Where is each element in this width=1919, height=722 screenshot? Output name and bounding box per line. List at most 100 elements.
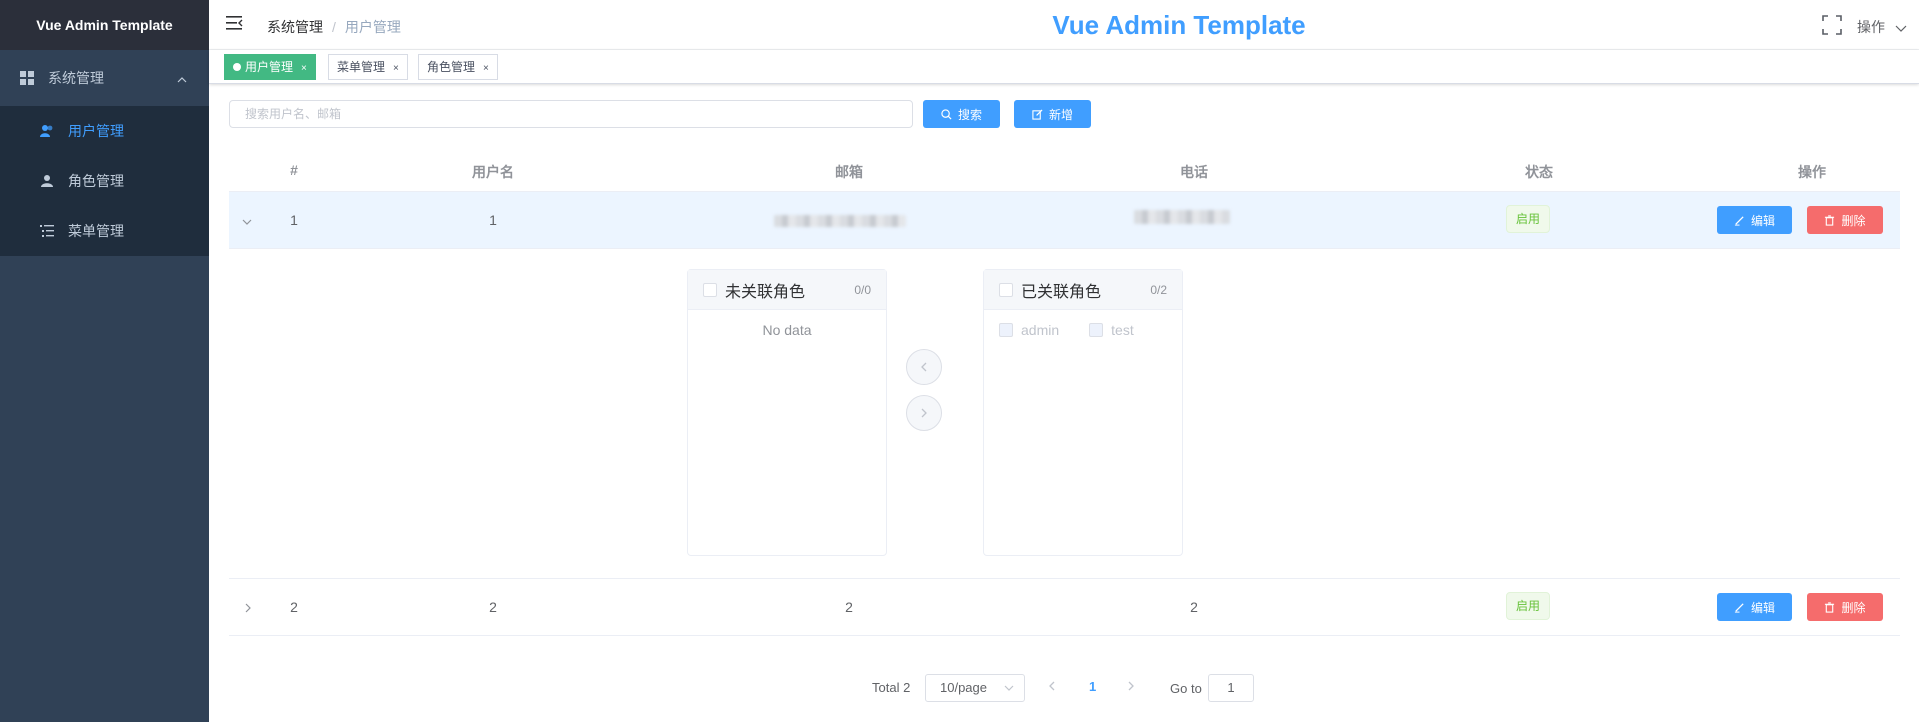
transfer-item[interactable]: test: [1089, 322, 1134, 338]
checkbox[interactable]: [999, 323, 1013, 337]
edit-button[interactable]: 编辑: [1717, 206, 1792, 234]
page-title-wrap: Vue Admin Template: [209, 10, 1919, 41]
chevron-left-icon: [921, 362, 927, 372]
table-row[interactable]: 2 2 2 2 启用 编辑 删除: [229, 579, 1900, 636]
delete-button[interactable]: 删除: [1807, 593, 1883, 621]
sidebar-item-label: 角色管理: [68, 173, 124, 189]
user-dropdown[interactable]: 操作: [1857, 17, 1885, 37]
transfer-item-label: test: [1111, 322, 1134, 338]
fullscreen-icon[interactable]: [1822, 15, 1842, 35]
transfer-item[interactable]: admin: [999, 322, 1059, 338]
search-icon: [941, 108, 952, 120]
delete-button[interactable]: 删除: [1807, 206, 1883, 234]
tag-users[interactable]: 用户管理 ×: [224, 54, 316, 80]
sidebar-item-label: 菜单管理: [68, 223, 124, 239]
status-badge: 启用: [1506, 205, 1551, 233]
chevron-up-icon: [177, 72, 187, 88]
transfer-panel-assigned: 已关联角色 0/2 admin test: [983, 269, 1183, 556]
sidebar-item-roles[interactable]: 角色管理: [0, 156, 209, 206]
edit-square-icon: [1032, 108, 1043, 120]
table-header: # 用户名 邮箱 电话 状态 操作: [229, 148, 1900, 192]
column-header: 状态: [1525, 164, 1553, 180]
chevron-down-icon[interactable]: [241, 214, 253, 230]
edit-button[interactable]: 编辑: [1717, 593, 1792, 621]
row-expand-panel: 未关联角色 0/0 No data 已关联角色 0/2 admin test: [229, 249, 1900, 579]
select-all-checkbox[interactable]: [703, 282, 717, 297]
search-input[interactable]: [229, 100, 913, 128]
main-content: 搜索 新增 # 用户名 邮箱 电话 状态 操作 1 1 启用 编辑: [209, 84, 1919, 722]
chevron-down-icon: [1004, 676, 1014, 702]
tag-roles[interactable]: 角色管理 ×: [418, 54, 498, 80]
pagination: Total 2 10/page 1 Go to 1: [209, 674, 1919, 702]
page-size-value: 10/page: [940, 680, 987, 695]
tag-menus[interactable]: 菜单管理 ×: [328, 54, 408, 80]
page-size-select[interactable]: 10/page: [925, 674, 1025, 702]
table-row[interactable]: 1 1 启用 编辑 删除: [229, 192, 1900, 249]
sidebar-item-menus[interactable]: 菜单管理: [0, 206, 209, 256]
users-table: # 用户名 邮箱 电话 状态 操作 1 1 启用 编辑 删除 未关联角色 0/0…: [229, 148, 1900, 636]
sidebar-item-label: 用户管理: [68, 123, 124, 139]
edit-button-label: 编辑: [1750, 600, 1775, 615]
sidebar-item-users[interactable]: 用户管理: [0, 106, 209, 156]
chevron-right-icon[interactable]: [243, 601, 253, 617]
close-icon[interactable]: ×: [301, 63, 307, 74]
empty-message: No data: [762, 322, 812, 338]
add-button-label: 新增: [1048, 107, 1073, 122]
checkbox[interactable]: [1089, 323, 1104, 337]
delete-button-label: 删除: [1841, 213, 1866, 228]
column-header: 邮箱: [835, 164, 863, 180]
transfer-right-button[interactable]: [906, 395, 942, 431]
page-number[interactable]: 1: [1089, 679, 1096, 694]
row-phone: 2: [1190, 599, 1198, 615]
transfer-panel-title: 未关联角色: [725, 283, 806, 301]
app-logo[interactable]: Vue Admin Template: [0, 0, 209, 50]
close-icon[interactable]: ×: [483, 63, 489, 74]
transfer-panel-header: 未关联角色 0/0: [688, 270, 886, 310]
tag-label: 菜单管理: [337, 60, 386, 74]
select-all-checkbox[interactable]: [999, 282, 1013, 297]
add-button[interactable]: 新增: [1014, 100, 1091, 128]
tag-label: 用户管理: [245, 60, 294, 74]
chevron-right-icon: [1128, 681, 1134, 691]
goto-page-input[interactable]: 1: [1208, 674, 1254, 702]
users-icon: [40, 124, 54, 138]
sidebar-group-system[interactable]: 系统管理: [0, 50, 209, 106]
row-id: 1: [290, 212, 298, 228]
row-email-redacted: [774, 214, 906, 230]
next-page-button[interactable]: [1126, 679, 1136, 696]
column-header: 操作: [1798, 164, 1826, 180]
edit-icon: [1734, 602, 1744, 613]
chevron-left-icon: [1049, 681, 1055, 691]
search-button[interactable]: 搜索: [923, 100, 1000, 128]
row-username: 1: [489, 212, 497, 228]
pagination-total: Total 2: [872, 680, 911, 695]
edit-icon: [1734, 215, 1744, 226]
goto-label: Go to: [1170, 681, 1202, 696]
prev-page-button[interactable]: [1047, 679, 1057, 696]
row-id: 2: [290, 599, 298, 615]
active-dot-icon: [233, 63, 241, 71]
transfer-item-label: admin: [1021, 322, 1060, 338]
grid-icon: [20, 71, 34, 85]
transfer-panel-unassigned: 未关联角色 0/0 No data: [687, 269, 887, 556]
user-icon: [40, 174, 54, 188]
transfer-item-list: admin test: [984, 310, 1182, 350]
transfer-panel-count: 0/2: [1150, 283, 1167, 297]
transfer-panel-count: 0/0: [854, 283, 871, 297]
top-navbar: 系统管理 / 用户管理 Vue Admin Template 操作: [209, 0, 1919, 50]
transfer-panel-title: 已关联角色: [1021, 283, 1102, 301]
row-username: 2: [489, 599, 497, 615]
row-phone-redacted: [1134, 210, 1230, 227]
delete-button-label: 删除: [1841, 600, 1866, 615]
list-icon: [40, 224, 54, 238]
tags-view: 用户管理 × 菜单管理 × 角色管理 ×: [209, 50, 1919, 84]
sidebar-group-label: 系统管理: [48, 70, 104, 86]
transfer-left-button[interactable]: [906, 349, 942, 385]
sidebar: Vue Admin Template 系统管理 用户管理 角色管理 菜单管理: [0, 0, 209, 722]
close-icon[interactable]: ×: [393, 63, 399, 74]
chevron-down-icon[interactable]: [1895, 20, 1907, 36]
sidebar-submenu: 用户管理 角色管理 菜单管理: [0, 106, 209, 256]
column-header: 用户名: [472, 164, 514, 180]
status-badge: 启用: [1506, 592, 1551, 620]
trash-icon: [1825, 214, 1835, 226]
